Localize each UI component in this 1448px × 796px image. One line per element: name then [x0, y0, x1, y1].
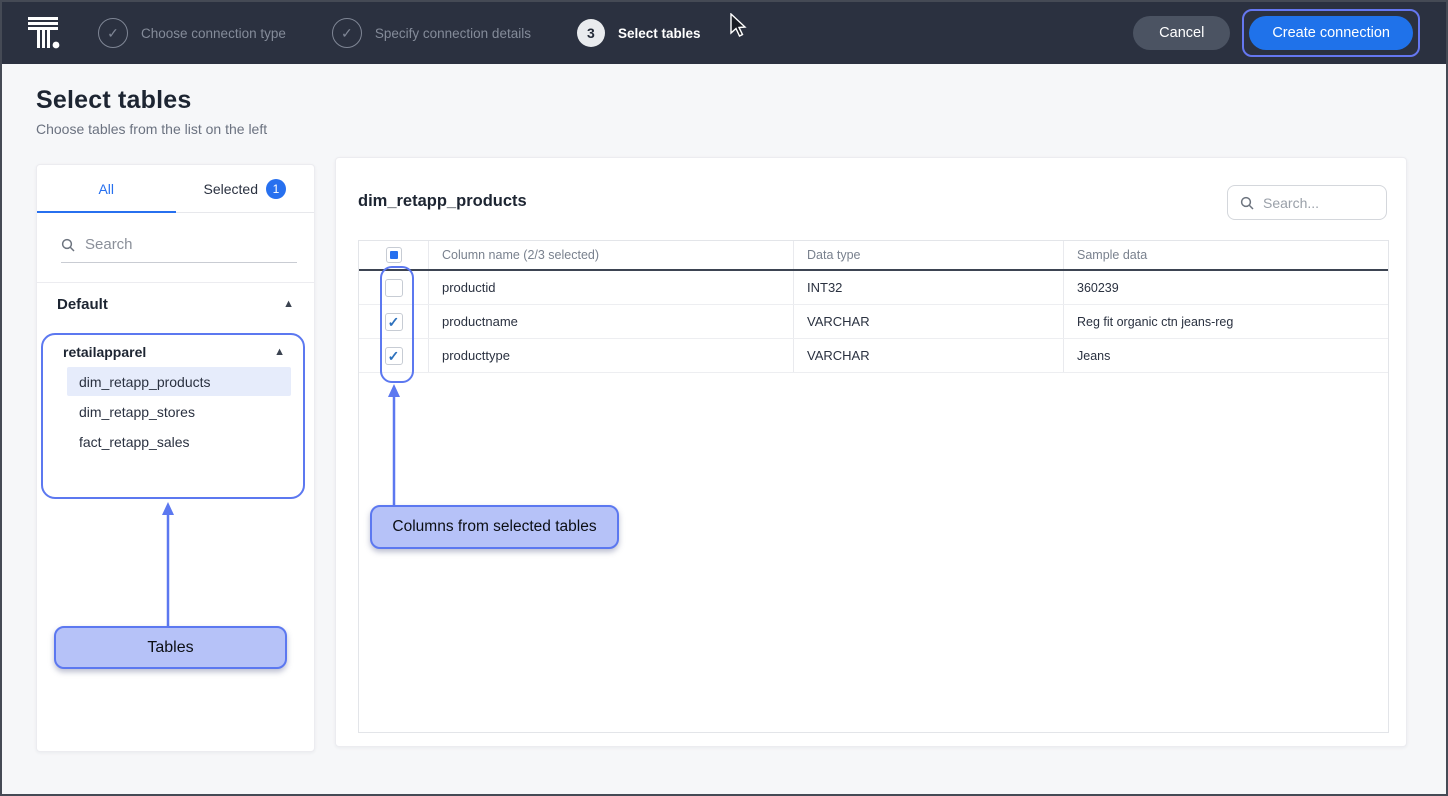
columns-panel: dim_retapp_products Search... Column nam…: [335, 157, 1407, 747]
search-icon: [61, 238, 75, 252]
selected-count-badge: 1: [266, 179, 286, 199]
step-number: 3: [577, 19, 605, 47]
tab-selected-label: Selected: [204, 181, 258, 197]
page-title: Select tables: [36, 86, 191, 115]
column-name-cell: productid: [429, 271, 794, 304]
columns-table: Column name (2/3 selected) Data type Sam…: [358, 240, 1389, 733]
row-checkbox[interactable]: ✓: [385, 313, 403, 331]
mouse-cursor: [729, 13, 749, 39]
table-item-label: dim_retapp_stores: [79, 404, 195, 420]
tab-selected[interactable]: Selected 1: [176, 165, 315, 212]
section-label: Default: [57, 296, 108, 313]
header-checkbox-cell: [359, 241, 429, 269]
sample-data-cell: 360239: [1064, 271, 1388, 304]
table-item-label: fact_retapp_sales: [79, 434, 190, 450]
page-subtitle: Choose tables from the list on the left: [36, 121, 267, 137]
step-specify-connection-details: ✓ Specify connection details: [332, 18, 531, 48]
column-name-cell: productname: [429, 305, 794, 338]
step-label: Select tables: [618, 26, 701, 41]
column-name-cell: producttype: [429, 339, 794, 372]
create-connection-highlight-annotation: Create connection: [1242, 9, 1420, 57]
checkbox-cell: ✓: [359, 305, 429, 338]
thoughtspot-logo-icon[interactable]: [26, 14, 62, 52]
step-choose-connection-type: ✓ Choose connection type: [98, 18, 286, 48]
cancel-button[interactable]: Cancel: [1133, 16, 1230, 50]
columns-search-placeholder: Search...: [1263, 195, 1319, 211]
select-all-checkbox[interactable]: [386, 247, 402, 263]
chevron-up-icon[interactable]: ▲: [283, 298, 294, 310]
sample-data-cell: Reg fit organic ctn jeans-reg: [1064, 305, 1388, 338]
sidebar-tabs: All Selected 1: [37, 165, 314, 213]
tables-highlight-annotation: retailapparel ▲ dim_retapp_products dim_…: [41, 333, 305, 499]
table-item-label: dim_retapp_products: [79, 374, 211, 390]
columns-search-input[interactable]: Search...: [1227, 185, 1387, 220]
sidebar-table-fact-retapp-sales[interactable]: fact_retapp_sales: [67, 427, 291, 456]
top-bar: ✓ Choose connection type ✓ Specify conne…: [2, 2, 1446, 64]
selected-table-title: dim_retapp_products: [358, 192, 527, 211]
data-type-header: Data type: [794, 241, 1064, 269]
step-select-tables: 3 Select tables: [577, 19, 701, 47]
table-row-producttype[interactable]: ✓ producttype VARCHAR Jeans: [359, 339, 1388, 373]
checkbox-cell: [359, 271, 429, 304]
wizard-steps: ✓ Choose connection type ✓ Specify conne…: [98, 18, 701, 48]
table-row-productname[interactable]: ✓ productname VARCHAR Reg fit organic ct…: [359, 305, 1388, 339]
columns-table-header: Column name (2/3 selected) Data type Sam…: [359, 241, 1388, 271]
columns-callout-label: Columns from selected tables: [392, 518, 596, 536]
tab-all[interactable]: All: [37, 165, 176, 212]
indeterminate-mark: [390, 251, 398, 259]
sidebar-table-dim-retapp-stores[interactable]: dim_retapp_stores: [67, 397, 291, 426]
sidebar-search-placeholder: Search: [85, 236, 133, 253]
schema-label: retailapparel: [63, 344, 146, 360]
sidebar-table-dim-retapp-products[interactable]: dim_retapp_products: [67, 367, 291, 396]
step-done-icon: ✓: [332, 18, 362, 48]
checkbox-cell: ✓: [359, 339, 429, 372]
tab-all-label: All: [98, 181, 114, 197]
data-type-cell: VARCHAR: [794, 339, 1064, 372]
data-type-cell: INT32: [794, 271, 1064, 304]
row-checkbox[interactable]: [385, 279, 403, 297]
tables-callout-label: Tables: [147, 639, 193, 657]
sample-data-header: Sample data: [1064, 241, 1388, 269]
step-label: Specify connection details: [375, 26, 531, 41]
chevron-up-icon[interactable]: ▲: [274, 346, 285, 358]
row-checkbox[interactable]: ✓: [385, 347, 403, 365]
app-window: ✓ Choose connection type ✓ Specify conne…: [0, 0, 1448, 796]
create-connection-button[interactable]: Create connection: [1249, 16, 1413, 50]
search-icon: [1240, 196, 1254, 210]
step-label: Choose connection type: [141, 26, 286, 41]
column-name-header: Column name (2/3 selected): [429, 241, 794, 269]
sidebar-search-input[interactable]: Search: [61, 236, 297, 263]
data-type-cell: VARCHAR: [794, 305, 1064, 338]
step-done-icon: ✓: [98, 18, 128, 48]
table-row-productid[interactable]: productid INT32 360239: [359, 271, 1388, 305]
sidebar-schema-retailapparel[interactable]: retailapparel ▲: [43, 335, 303, 366]
sidebar-section-default[interactable]: Default ▲: [37, 283, 314, 325]
sample-data-cell: Jeans: [1064, 339, 1388, 372]
columns-callout: Columns from selected tables: [370, 505, 619, 549]
tables-callout: Tables: [54, 626, 287, 669]
